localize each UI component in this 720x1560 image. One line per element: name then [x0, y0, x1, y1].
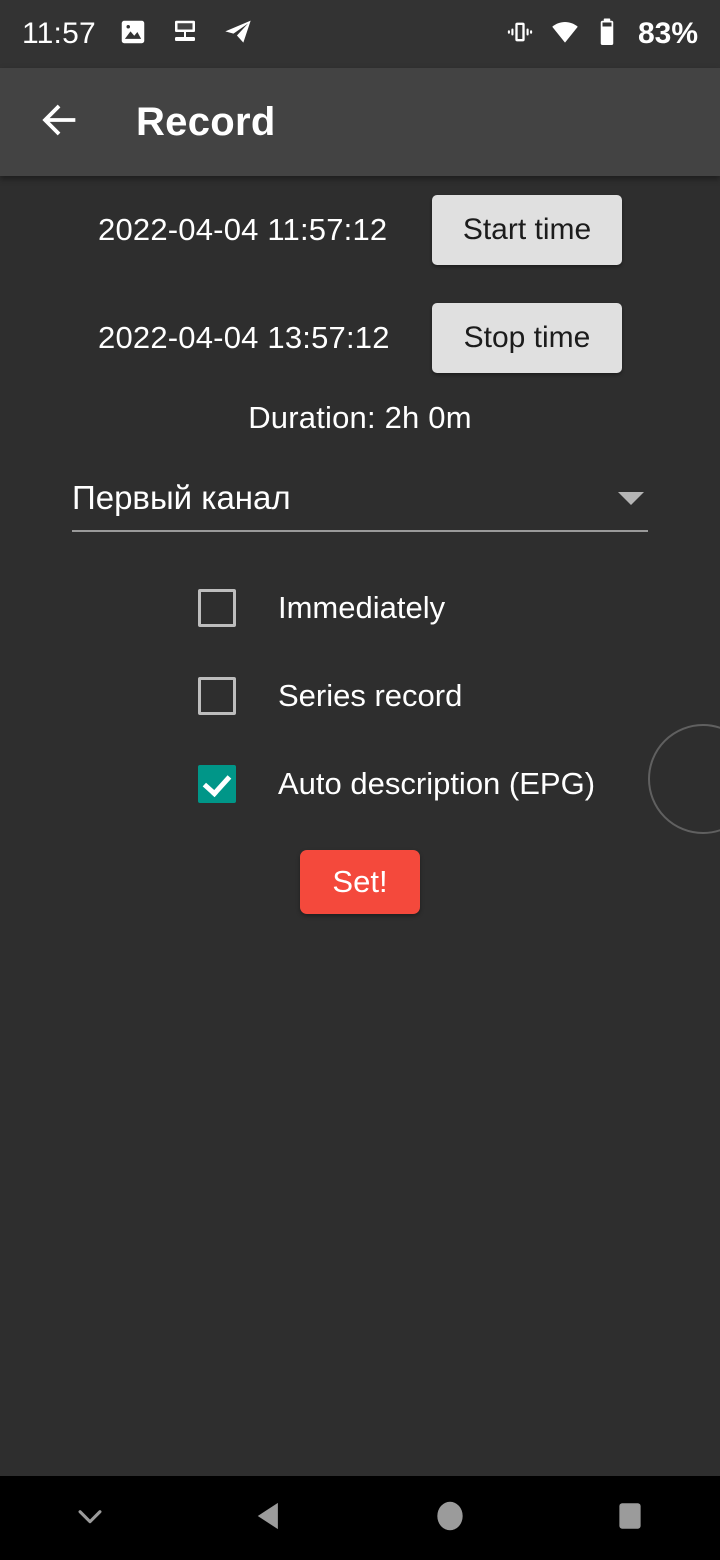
- status-bar-system-icons: 83%: [506, 17, 698, 52]
- keyboard-hide-icon: [73, 1499, 107, 1538]
- app-bar: Record: [0, 68, 720, 176]
- image-icon: [118, 17, 148, 52]
- stop-time-row: 2022-04-04 13:57:12 Stop time: [0, 284, 720, 392]
- chevron-down-icon: [618, 491, 644, 505]
- nav-recents-button[interactable]: [540, 1476, 720, 1560]
- vibrate-icon: [506, 18, 534, 51]
- stop-time-value: 2022-04-04 13:57:12: [98, 320, 390, 355]
- checkbox-label-auto-description: Auto description (EPG): [278, 766, 596, 801]
- channel-spinner-value: Первый канал: [72, 479, 291, 516]
- options-group: Immediately Series record Auto descripti…: [0, 564, 720, 828]
- checkbox-row-immediately[interactable]: Immediately: [0, 564, 720, 652]
- start-time-row: 2022-04-04 11:57:12 Start time: [0, 176, 720, 284]
- set-button[interactable]: Set!: [300, 850, 420, 914]
- nav-back-button[interactable]: [180, 1476, 360, 1560]
- stop-time-button[interactable]: Stop time: [432, 303, 622, 373]
- status-bar: 11:57 83%: [0, 0, 720, 68]
- checkbox-label-immediately: Immediately: [278, 590, 446, 625]
- cast-screen-icon: [170, 17, 200, 52]
- checkbox-row-auto-description[interactable]: Auto description (EPG): [0, 740, 720, 828]
- home-circle-icon: [431, 1497, 469, 1540]
- system-navigation-bar: [0, 1476, 720, 1560]
- telegram-icon: [222, 16, 254, 53]
- recents-square-icon: [613, 1499, 647, 1538]
- checkbox-label-series-record: Series record: [278, 678, 463, 713]
- duration-label: Duration: 2h 0m: [248, 400, 472, 435]
- channel-spinner[interactable]: Первый канал: [72, 466, 648, 532]
- checkbox-immediately[interactable]: [198, 589, 236, 627]
- status-bar-clock: 11:57: [22, 17, 96, 50]
- submit-row: Set!: [0, 850, 720, 914]
- page-title: Record: [136, 99, 276, 144]
- start-time-button[interactable]: Start time: [432, 195, 622, 265]
- back-triangle-icon: [249, 1495, 291, 1542]
- wifi-icon: [550, 17, 580, 52]
- checkbox-series-record[interactable]: [198, 677, 236, 715]
- record-form: 2022-04-04 11:57:12 Start time 2022-04-0…: [0, 176, 720, 1476]
- battery-icon: [596, 17, 618, 52]
- checkbox-auto-description[interactable]: [198, 765, 236, 803]
- checkbox-row-series-record[interactable]: Series record: [0, 652, 720, 740]
- status-bar-notification-icons: [118, 16, 506, 53]
- nav-home-button[interactable]: [360, 1476, 540, 1560]
- start-time-value: 2022-04-04 11:57:12: [98, 212, 388, 247]
- battery-percent-label: 83%: [637, 17, 698, 50]
- nav-keyboard-hide-button[interactable]: [0, 1476, 180, 1560]
- back-button[interactable]: [12, 74, 108, 170]
- arrow-back-icon: [37, 97, 83, 148]
